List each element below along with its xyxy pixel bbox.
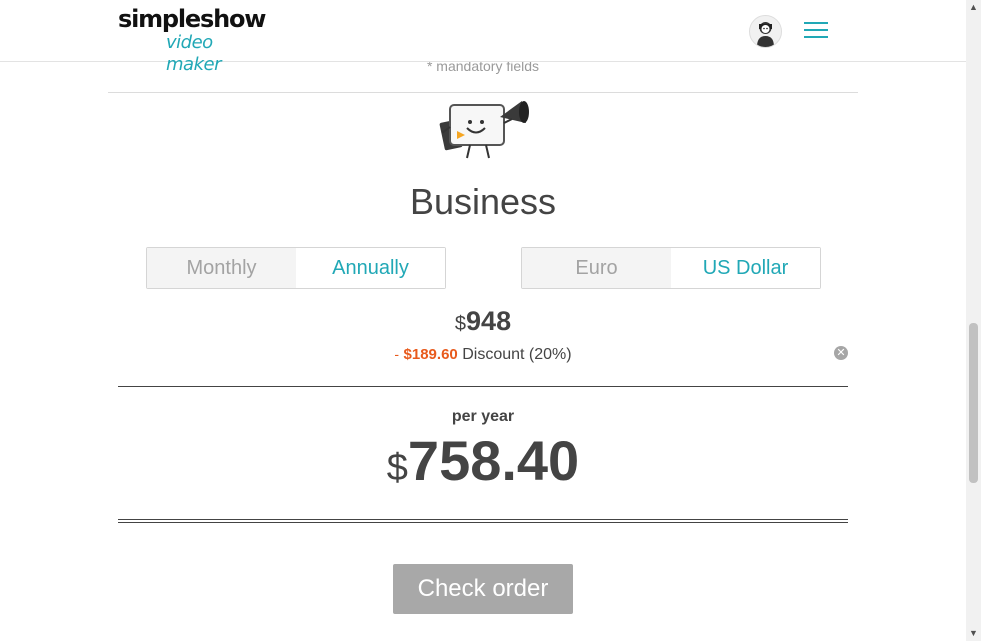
double-divider xyxy=(118,519,848,523)
billing-period-label: per year xyxy=(451,408,515,425)
scroll-down-arrow-icon[interactable]: ▼ xyxy=(966,626,981,641)
scrollbar-thumb[interactable] xyxy=(969,323,978,483)
currency-toggle: Euro US Dollar xyxy=(521,247,821,289)
discount-line: - $189.60 Discount (20%) xyxy=(0,344,966,365)
check-order-button[interactable]: Check order xyxy=(393,564,573,614)
scroll-up-arrow-icon[interactable]: ▲ xyxy=(966,0,981,15)
discount-label: Discount (20%) xyxy=(462,346,572,363)
simpleshow-logo[interactable]: simpleshow video maker xyxy=(118,4,268,75)
discount-minus: - xyxy=(394,346,400,362)
user-avatar-icon[interactable] xyxy=(749,15,782,48)
top-header: simpleshow video maker xyxy=(0,0,966,75)
page-scrollbar[interactable]: ▲ ▼ xyxy=(966,0,981,641)
billing-period-toggle: Monthly Annually xyxy=(146,247,446,289)
base-price: $948 xyxy=(0,304,966,343)
divider xyxy=(108,92,858,93)
currency-option-usd[interactable]: US Dollar xyxy=(671,248,820,288)
total-price: $758.40 xyxy=(0,428,966,509)
billing-option-monthly[interactable]: Monthly xyxy=(147,248,296,288)
base-price-currency: $ xyxy=(454,313,467,335)
logo-tagline: video maker xyxy=(166,32,221,75)
billing-option-annually[interactable]: Annually xyxy=(296,248,445,288)
close-circle-icon[interactable]: ✕ xyxy=(834,346,848,360)
currency-option-euro[interactable]: Euro xyxy=(522,248,671,288)
megaphone-mascot-icon xyxy=(434,95,534,163)
divider xyxy=(118,386,848,387)
logo-wordmark: simpleshow xyxy=(118,5,266,33)
total-price-amount: 758.40 xyxy=(407,429,580,492)
hamburger-menu-icon[interactable] xyxy=(804,22,828,40)
plan-title: Business xyxy=(409,181,557,222)
discount-amount: $189.60 xyxy=(403,346,458,363)
base-price-amount: 948 xyxy=(466,306,512,336)
total-price-currency: $ xyxy=(386,447,408,489)
